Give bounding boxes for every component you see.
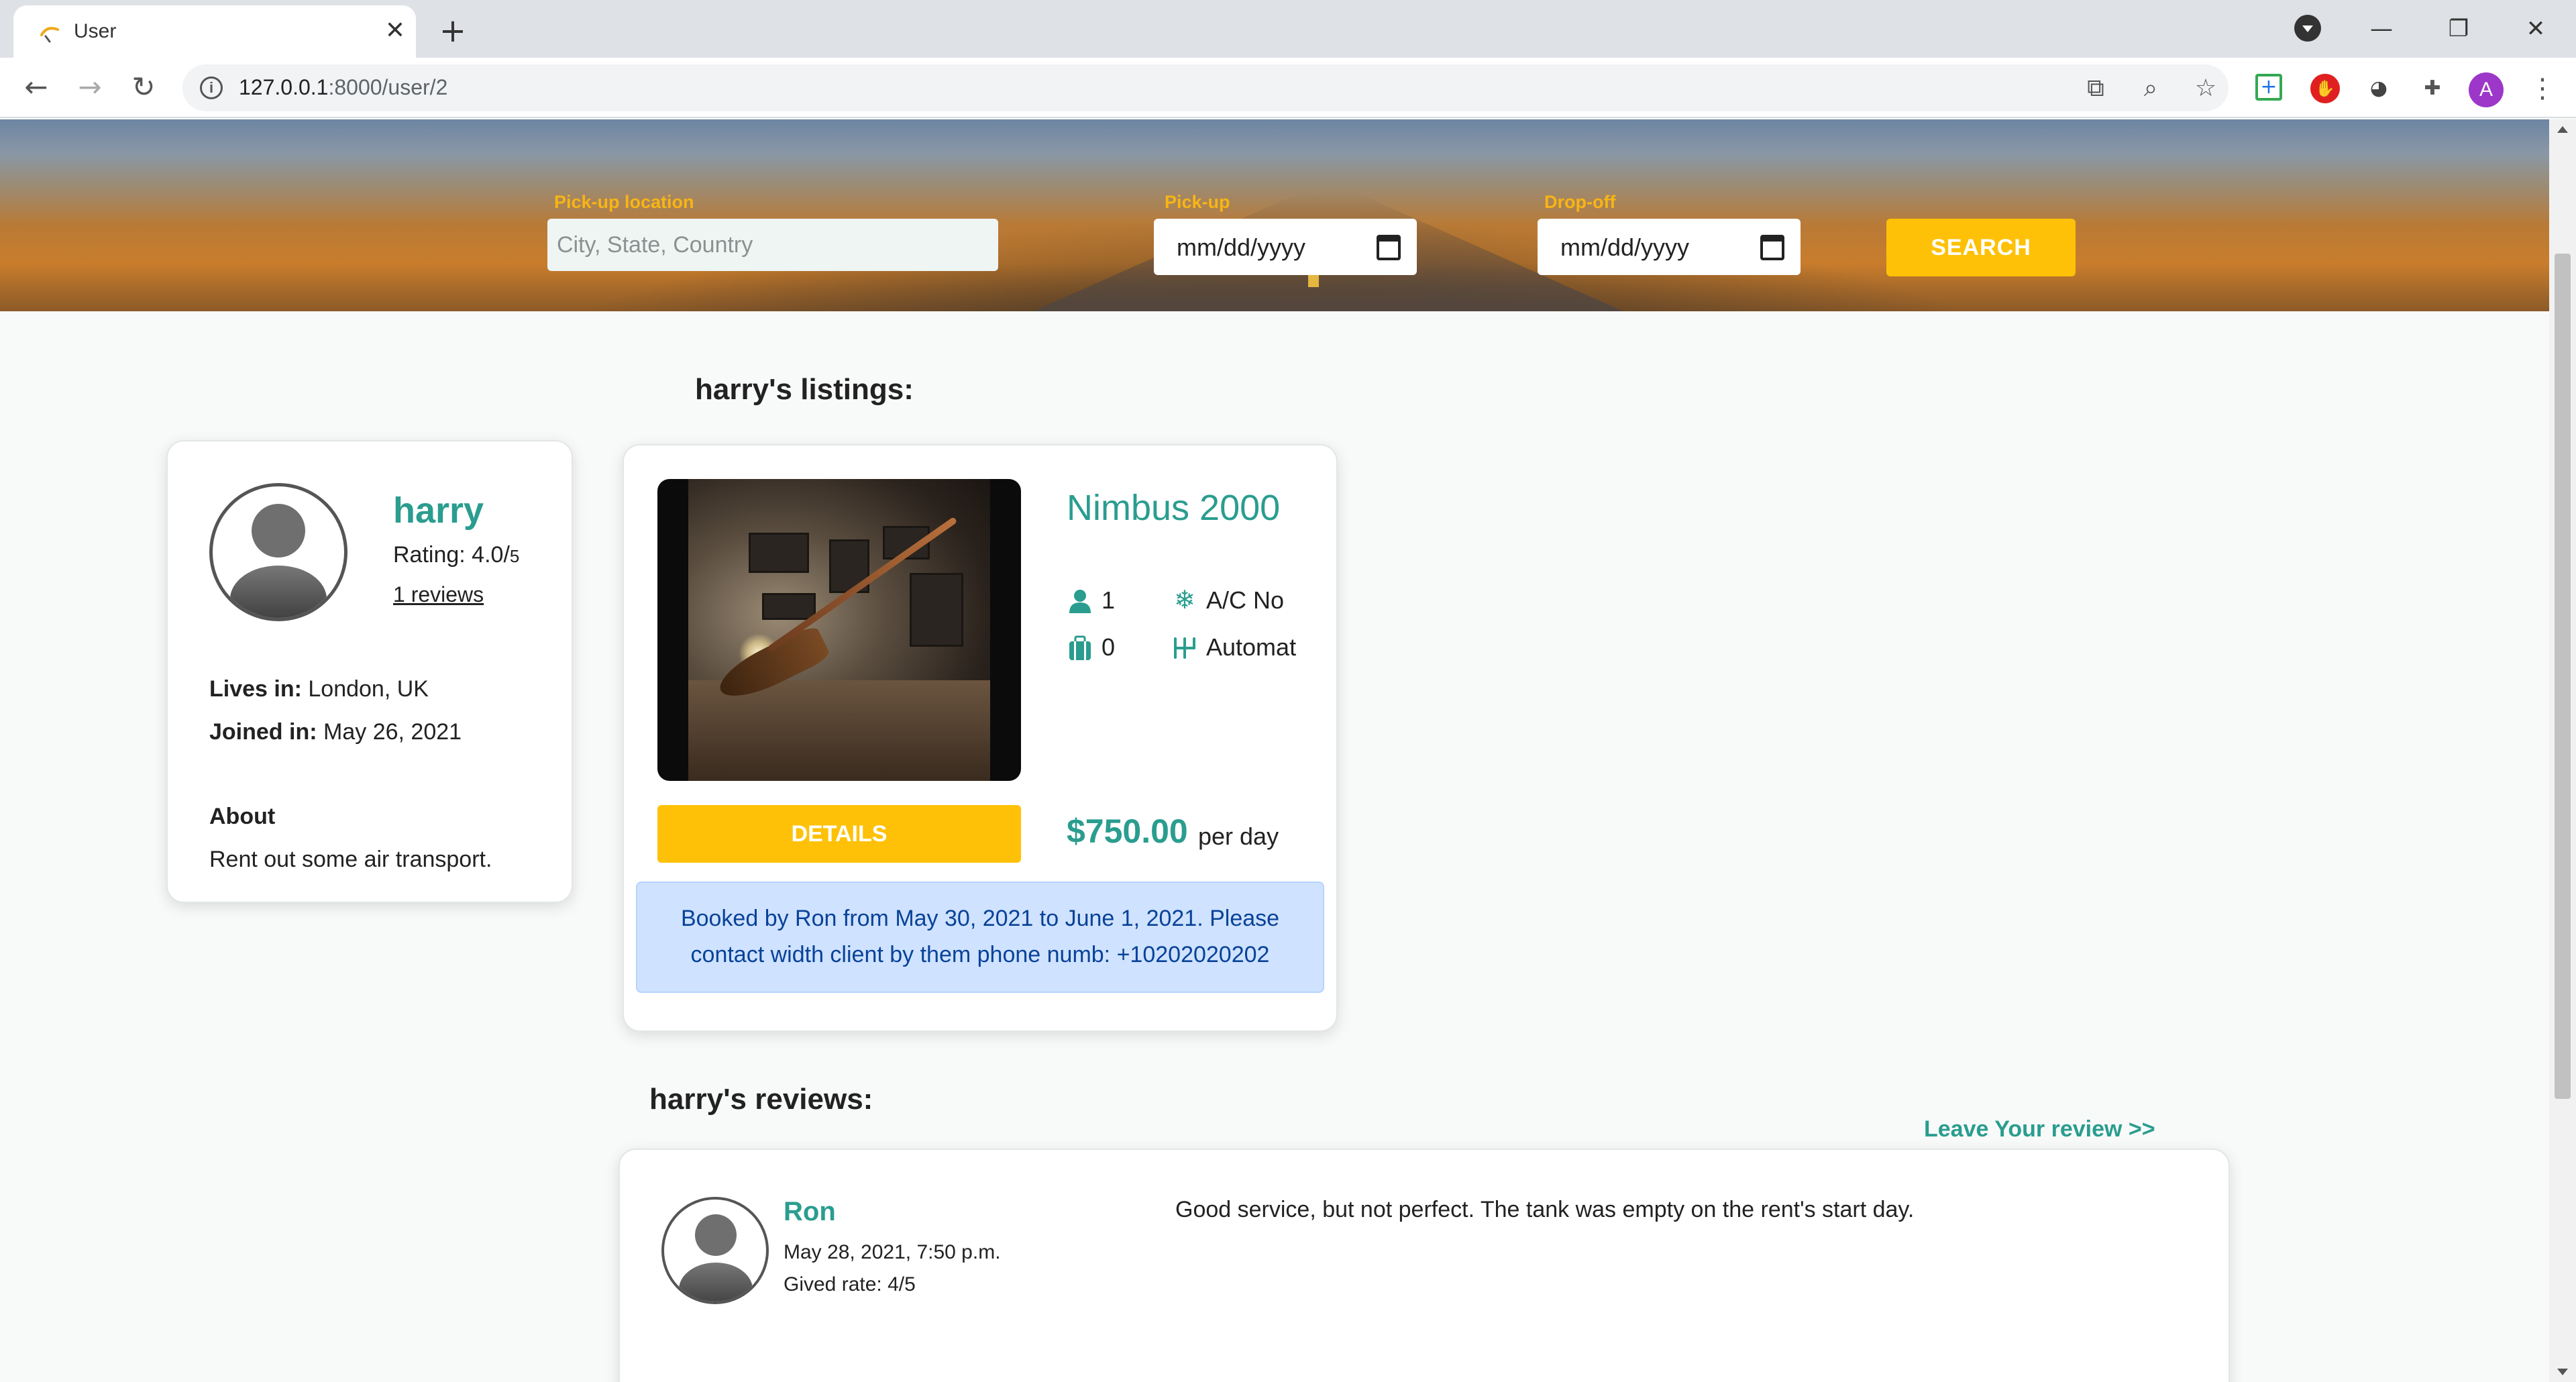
calendar-icon[interactable] xyxy=(1377,235,1401,260)
reload-icon[interactable]: ↻ xyxy=(123,67,164,107)
listing-photo xyxy=(688,479,990,781)
page-scrollbar[interactable] xyxy=(2549,119,2576,1382)
window-close-icon[interactable]: ✕ xyxy=(2509,7,2563,51)
profile-lives-in: Lives in: London, UK xyxy=(209,676,429,702)
browser-menu-icon[interactable]: ⋮ xyxy=(2529,72,2556,107)
pickup-location-label: Pick-up location xyxy=(554,192,694,212)
site-info-icon[interactable]: i xyxy=(200,76,223,99)
user-avatar xyxy=(209,483,347,621)
browser-toolbar: ← → ↻ i 127.0.0.1:8000/user/2 ⧉ ⌕ ☆ + ✋ … xyxy=(0,58,2576,118)
review-card: Ron May 28, 2021, 7:50 p.m. Gived rate: … xyxy=(619,1149,2230,1382)
booking-alert: Booked by Ron from May 30, 2021 to June … xyxy=(636,882,1324,993)
pickup-date-value: mm/dd/yyyy xyxy=(1177,233,1306,261)
dropoff-date-label: Drop-off xyxy=(1544,192,1616,212)
dropoff-date-value: mm/dd/yyyy xyxy=(1560,233,1690,261)
pickup-date-label: Pick-up xyxy=(1165,192,1230,212)
browser-tab-bar: User ✕ + — ❐ ✕ xyxy=(0,0,2576,58)
reviewer-avatar xyxy=(661,1197,769,1304)
profile-about-label: About xyxy=(209,804,276,829)
listing-title[interactable]: Nimbus 2000 xyxy=(1067,487,1280,529)
back-icon[interactable]: ← xyxy=(16,67,56,107)
zoom-icon[interactable]: ⌕ xyxy=(2136,74,2165,103)
user-icon xyxy=(1069,590,1091,613)
reviewer-name[interactable]: Ron xyxy=(784,1197,836,1227)
suitcase-icon xyxy=(1069,635,1091,660)
extension-plus-icon[interactable]: + xyxy=(2255,74,2282,101)
listing-image[interactable] xyxy=(657,479,1021,781)
listings-heading: harry's listings: xyxy=(695,373,914,406)
listing-price-unit: per day xyxy=(1198,822,1279,850)
listing-card: Nimbus 2000 1 ❄ A/C No 0 Automat DETAILS… xyxy=(623,444,1338,1032)
scroll-thumb[interactable] xyxy=(2555,254,2571,1099)
profile-rating: Rating: 4.0/5 xyxy=(393,542,520,568)
profile-card: harry Rating: 4.0/5 1 reviews Lives in: … xyxy=(166,440,573,903)
hero-banner: Pick-up location Pick-up mm/dd/yyyy Drop… xyxy=(0,119,2549,311)
profile-avatar[interactable]: A xyxy=(2469,72,2504,107)
listing-price: $750.00 xyxy=(1067,812,1188,850)
gearshift-icon xyxy=(1174,637,1195,659)
review-text: Good service, but not perfect. The tank … xyxy=(1175,1197,1915,1222)
booking-alert-line: contact width client by them phone numb:… xyxy=(690,942,1270,967)
profile-joined-in: Joined in: May 26, 2021 xyxy=(209,719,462,745)
extension-ghost-icon[interactable]: ◕ xyxy=(2364,74,2394,103)
listing-transmission: Automat xyxy=(1206,633,1297,661)
minimize-icon[interactable]: — xyxy=(2355,7,2408,51)
pickup-location-input[interactable] xyxy=(547,219,998,271)
tab-close-icon[interactable]: ✕ xyxy=(379,15,411,47)
scroll-down-icon[interactable] xyxy=(2557,1369,2568,1375)
profile-about-text: Rent out some air transport. xyxy=(209,847,492,872)
dropoff-date-input[interactable]: mm/dd/yyyy xyxy=(1538,219,1801,275)
listing-seats: 1 xyxy=(1102,586,1116,614)
page-viewport: Pick-up location Pick-up mm/dd/yyyy Drop… xyxy=(0,119,2549,1382)
profile-name: harry xyxy=(393,490,484,531)
extension-adblock-icon[interactable]: ✋ xyxy=(2310,74,2340,103)
reviews-heading: harry's reviews: xyxy=(649,1083,873,1116)
search-button[interactable]: SEARCH xyxy=(1886,219,2076,276)
tab-title: User xyxy=(74,20,117,42)
leave-review-link[interactable]: Leave Your review >> xyxy=(1924,1116,2155,1142)
url-text[interactable]: 127.0.0.1:8000/user/2 xyxy=(239,75,447,100)
restore-icon[interactable]: ❐ xyxy=(2432,7,2485,51)
profile-reviews-link[interactable]: 1 reviews xyxy=(393,582,484,607)
new-tab-icon[interactable]: + xyxy=(433,11,473,51)
snowflake-icon: ❄ xyxy=(1174,585,1195,615)
forward-icon[interactable]: → xyxy=(70,67,110,107)
listing-luggage: 0 xyxy=(1102,633,1116,661)
translate-icon[interactable]: ⧉ xyxy=(2081,74,2110,103)
browser-tab[interactable]: User ✕ xyxy=(13,5,416,58)
pickup-date-input[interactable]: mm/dd/yyyy xyxy=(1154,219,1417,275)
bookmark-star-icon[interactable]: ☆ xyxy=(2191,74,2220,103)
review-rate: Gived rate: 4/5 xyxy=(784,1273,916,1295)
calendar-icon[interactable] xyxy=(1760,235,1784,260)
address-bar[interactable]: i 127.0.0.1:8000/user/2 ⧉ ⌕ ☆ xyxy=(182,64,2229,111)
scroll-up-icon[interactable] xyxy=(2557,126,2568,133)
tab-search-icon[interactable] xyxy=(2294,15,2321,42)
extensions-puzzle-icon[interactable]: ✚ xyxy=(2418,74,2447,103)
review-date: May 28, 2021, 7:50 p.m. xyxy=(784,1241,1001,1263)
site-favicon-icon xyxy=(40,27,59,43)
listing-ac: A/C No xyxy=(1206,586,1285,614)
details-button[interactable]: DETAILS xyxy=(657,805,1021,863)
booking-alert-line: Booked by Ron from May 30, 2021 to June … xyxy=(680,906,1280,931)
